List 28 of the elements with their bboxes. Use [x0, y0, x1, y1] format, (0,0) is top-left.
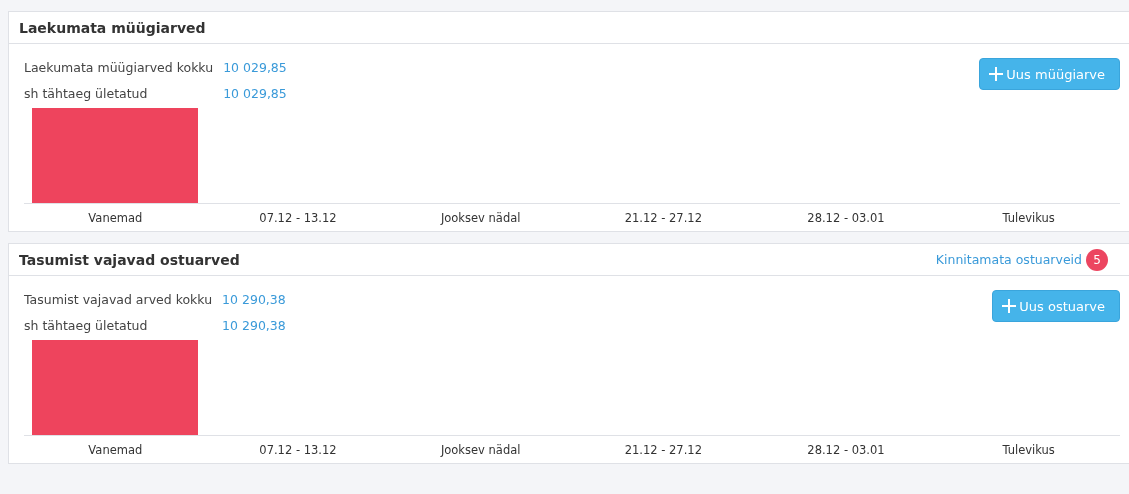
axis-label: Vanemad: [87, 442, 144, 459]
summary-value: 10 290,38: [222, 317, 286, 335]
axis-label: 07.12 - 13.12: [258, 210, 338, 227]
summary-label: Tasumist vajavad arved kokku: [24, 291, 213, 309]
axis-label: 28.12 - 03.01: [806, 442, 886, 459]
summary-value: 10 290,38: [222, 291, 286, 309]
new-invoice-button[interactable]: Uus ostuarve: [992, 290, 1120, 322]
axis-label: 21.12 - 27.12: [623, 442, 703, 459]
plus-icon: [988, 66, 1005, 82]
axis-label: Jooksev nädal: [439, 210, 522, 227]
unconfirmed-link[interactable]: Kinnitamata ostuarveid: [935, 252, 1082, 267]
count-badge: 5: [1086, 248, 1108, 271]
panel-title: Tasumist vajavad ostuarved: [19, 251, 240, 268]
summary-label: sh tähtaeg ületatud: [24, 85, 149, 103]
summary-value: 10 029,85: [223, 85, 287, 103]
panel-title: Laekumata müügiarved: [19, 19, 206, 36]
plus-icon: [1001, 298, 1018, 314]
axis-label: Tulevikus: [1001, 210, 1056, 227]
axis-label: 21.12 - 27.12: [623, 210, 703, 227]
summary-value: 10 029,85: [223, 59, 287, 77]
axis-label: Vanemad: [87, 210, 144, 227]
summary-label: Laekumata müügiarved kokku: [24, 59, 214, 77]
summary-label: sh tähtaeg ületatud: [24, 317, 149, 335]
axis-label: Tulevikus: [1001, 442, 1056, 459]
axis-label: Jooksev nädal: [439, 442, 522, 459]
axis-label: 28.12 - 03.01: [806, 210, 886, 227]
axis-label: 07.12 - 13.12: [258, 442, 338, 459]
new-invoice-button[interactable]: Uus müügiarve: [979, 58, 1120, 90]
